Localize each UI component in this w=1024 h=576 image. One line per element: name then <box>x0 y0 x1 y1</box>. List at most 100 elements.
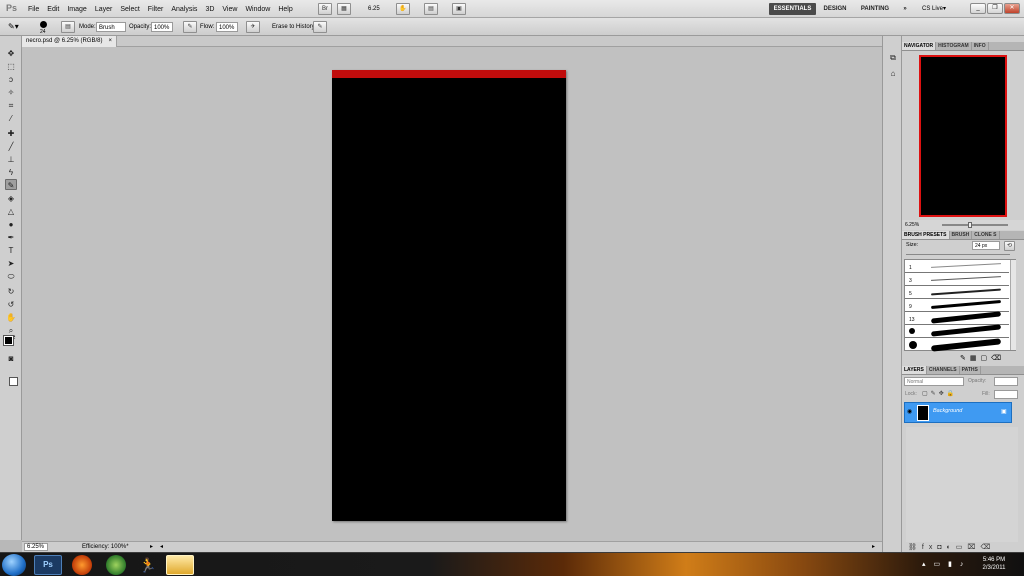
type-tool-icon[interactable]: T <box>5 245 17 256</box>
document-tab[interactable]: necro.psd @ 6.25% (RGB/8) × <box>22 36 117 47</box>
tab-navigator[interactable]: NAVIGATOR <box>902 42 937 50</box>
table-row[interactable]: ◉ Background ▣ <box>904 402 1012 423</box>
crop-tool-icon[interactable]: ⌗ <box>5 100 17 111</box>
opacity-input[interactable]: 100% <box>151 22 173 32</box>
navigator-zoom-value[interactable]: 6.25% <box>905 220 919 230</box>
blur-tool-icon[interactable]: △ <box>5 206 17 217</box>
menu-analysis[interactable]: Analysis <box>167 6 201 13</box>
workspace-painting[interactable]: PAINTING <box>856 3 894 15</box>
actions-panel-icon[interactable]: ⌂ <box>886 68 900 79</box>
mode-select[interactable]: Brush <box>96 22 126 32</box>
brush-panel-footer-icons[interactable]: ✎▦▢⌫ <box>960 354 1005 362</box>
brush-tool-icon-alt[interactable]: ╱ <box>5 141 17 152</box>
status-zoom-input[interactable]: 6.25% <box>24 543 48 551</box>
list-item[interactable]: 9 <box>905 299 1009 312</box>
menu-edit[interactable]: Edit <box>43 6 63 13</box>
history-brush-tool-icon[interactable]: ϟ <box>5 167 17 178</box>
layers-footer-icons[interactable]: ⛓fx◘◐▭⌧⌫ <box>908 543 995 551</box>
airbrush-icon[interactable]: ✈ <box>246 21 260 33</box>
layer-name[interactable]: Background <box>933 408 962 414</box>
3d-rotate-tool-icon[interactable]: ↻ <box>5 286 17 297</box>
cs-live-button[interactable]: CS Live▾ <box>922 3 966 15</box>
workspace-essentials[interactable]: ESSENTIALS <box>769 3 816 15</box>
menu-filter[interactable]: Filter <box>144 6 168 13</box>
status-scroll-right-icon[interactable]: ▸ <box>872 542 875 552</box>
shape-tool-icon[interactable]: ⬭ <box>5 271 17 282</box>
taskbar-clock[interactable]: 5:46 PM 2/3/2011 <box>972 556 1016 572</box>
more-workspaces-button[interactable]: » <box>898 3 912 15</box>
tab-clone-source[interactable]: CLONE S <box>972 231 1000 239</box>
tab-histogram[interactable]: HISTOGRAM <box>936 42 972 50</box>
brush-reset-icon[interactable]: ⟲ <box>1004 241 1015 251</box>
arrange-documents-icon[interactable]: ▤ <box>424 3 438 15</box>
tab-layers[interactable]: LAYERS <box>902 366 927 374</box>
navigator-slider-handle[interactable] <box>968 222 972 228</box>
tab-paths[interactable]: PATHS <box>960 366 981 374</box>
messenger-taskbar-icon[interactable] <box>106 555 126 575</box>
list-item[interactable]: 5 <box>905 286 1009 299</box>
screen-mode-icon[interactable]: ▣ <box>452 3 466 15</box>
list-item[interactable] <box>905 338 1009 352</box>
photoshop-taskbar-icon[interactable]: Ps <box>34 555 62 575</box>
status-scroll-left-icon[interactable]: ◂ <box>160 542 163 552</box>
firefox-taskbar-icon[interactable] <box>72 555 92 575</box>
hand-tool-icon-box[interactable]: ✋ <box>5 312 17 323</box>
view-extras-icon[interactable]: ▦ <box>337 3 351 15</box>
3d-orbit-tool-icon[interactable]: ↺ <box>5 299 17 310</box>
path-selection-tool-icon[interactable]: ➤ <box>5 258 17 269</box>
brush-size-input[interactable]: 24 px <box>972 241 1000 250</box>
marquee-tool-icon[interactable]: ⬚ <box>5 61 17 72</box>
restore-icon[interactable]: ❐ <box>987 3 1003 14</box>
pressure-opacity-icon[interactable]: ✎ <box>183 21 197 33</box>
menu-help[interactable]: Help <box>274 6 296 13</box>
status-menu-arrow-icon[interactable]: ▸ <box>150 542 153 552</box>
brush-list-scrollbar[interactable] <box>1010 260 1016 350</box>
quick-mask-icon[interactable]: ◙ <box>5 353 17 364</box>
aim-taskbar-icon[interactable]: 🏃 <box>138 555 158 575</box>
tab-info[interactable]: INFO <box>972 42 989 50</box>
pen-tool-icon[interactable]: ✒ <box>5 232 17 243</box>
list-item[interactable] <box>905 324 1009 338</box>
paint-bucket-tool-icon[interactable]: ◈ <box>5 193 17 204</box>
bridge-icon[interactable]: Br <box>318 3 332 15</box>
eyedropper-tool-icon[interactable]: ⁄ <box>5 113 17 124</box>
move-tool-icon[interactable]: ✥ <box>5 48 17 59</box>
quick-selection-tool-icon[interactable]: ✧ <box>5 87 17 98</box>
tab-brush-presets[interactable]: BRUSH PRESETS <box>902 231 950 239</box>
close-icon[interactable]: ✕ <box>1004 3 1020 14</box>
tab-channels[interactable]: CHANNELS <box>927 366 960 374</box>
brush-tool-icon[interactable]: ✎ <box>5 179 17 190</box>
list-item[interactable]: 3 <box>905 273 1009 286</box>
brush-tool-preset-icon[interactable]: ✎▾ <box>8 22 19 32</box>
workspace-design[interactable]: DESIGN <box>820 3 850 15</box>
healing-brush-tool-icon[interactable]: ✚ <box>5 128 17 139</box>
tab-brush[interactable]: BRUSH <box>950 231 973 239</box>
eye-icon[interactable]: ◉ <box>907 408 912 415</box>
blend-mode-select[interactable]: Normal <box>904 377 964 386</box>
brush-size-slider[interactable] <box>906 254 1010 255</box>
layer-opacity-input[interactable] <box>994 377 1018 386</box>
dodge-tool-icon[interactable]: ● <box>5 219 17 230</box>
list-item[interactable]: 13 <box>905 311 1009 325</box>
system-tray-icons[interactable]: ▴ ▭ ▮ ♪ <box>922 560 966 568</box>
lock-icons[interactable]: ▢✎✥🔒 <box>922 390 957 397</box>
brush-panel-toggle-icon[interactable]: ▤ <box>61 21 75 33</box>
zoom-level[interactable]: 6.25 <box>368 4 380 14</box>
layer-fill-input[interactable] <box>994 390 1018 399</box>
menu-3d[interactable]: 3D <box>201 6 218 13</box>
menu-image[interactable]: Image <box>63 6 90 13</box>
navigator-preview[interactable] <box>919 55 1007 217</box>
menu-select[interactable]: Select <box>116 6 143 13</box>
menu-file[interactable]: File <box>24 6 43 13</box>
explorer-taskbar-icon[interactable] <box>166 555 194 575</box>
clone-stamp-tool-icon[interactable]: ⊥ <box>5 154 17 165</box>
foreground-color-swatch[interactable] <box>3 335 14 346</box>
history-panel-icon[interactable]: ⧉ <box>886 52 900 63</box>
minimize-icon[interactable]: _ <box>970 3 986 14</box>
navigator-zoom-slider[interactable] <box>942 224 1008 226</box>
canvas-area[interactable] <box>22 47 882 541</box>
tablet-pressure-icon[interactable]: ✎ <box>313 21 327 33</box>
lasso-tool-icon[interactable]: ↄ <box>5 74 17 85</box>
list-item[interactable]: 1 <box>905 260 1009 273</box>
start-button[interactable] <box>2 554 26 576</box>
